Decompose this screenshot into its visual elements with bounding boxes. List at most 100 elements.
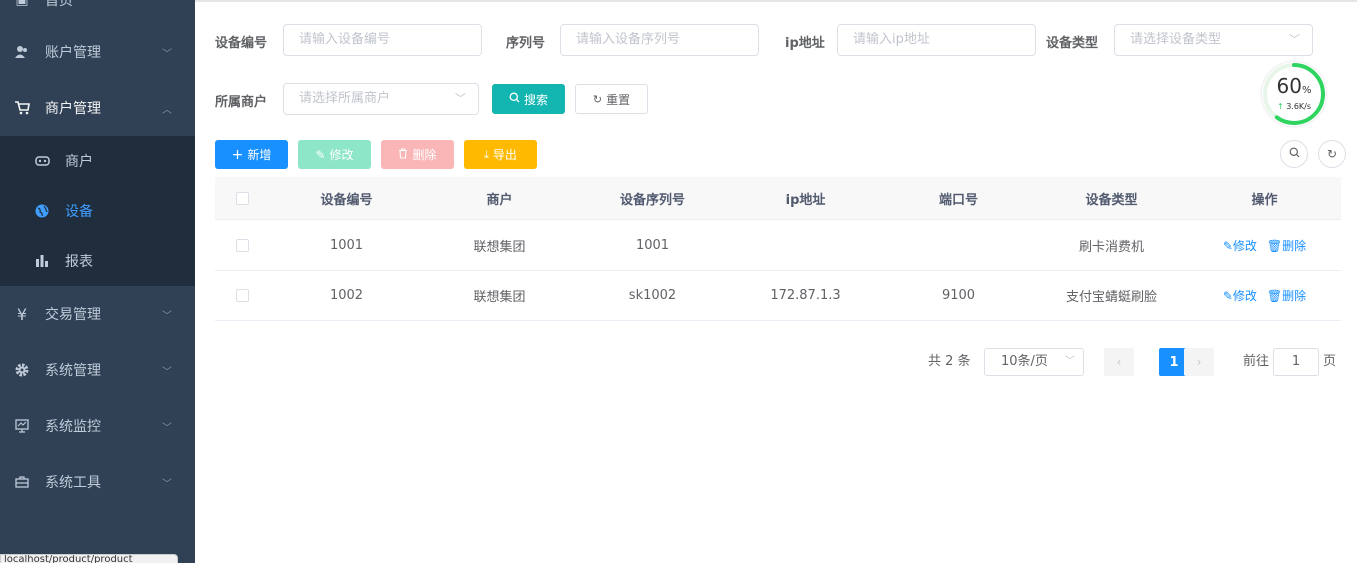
edit-icon: ✎: [1222, 289, 1233, 303]
chevron-down-icon: ﹀: [162, 478, 172, 490]
row-edit-link[interactable]: ✎修改: [1223, 287, 1257, 304]
table-row: 1001 联想集团 1001 刷卡消费机 ✎修改 🗑删除: [215, 221, 1341, 271]
search-button-label: 搜索: [523, 92, 548, 107]
sidebar-item-label: 商户管理: [45, 101, 101, 117]
row-checkbox[interactable]: [236, 289, 249, 302]
row-checkbox[interactable]: [236, 239, 249, 252]
device-type-placeholder: 请选择设备类型: [1130, 32, 1222, 47]
edit-button[interactable]: ✎ 修改: [298, 140, 371, 169]
next-page-button[interactable]: ›: [1184, 348, 1214, 376]
row-delete-link[interactable]: 🗑删除: [1267, 287, 1306, 304]
reset-button[interactable]: ↻ 重置: [575, 84, 648, 114]
sidebar-item-account[interactable]: 账户管理 ﹀: [0, 24, 195, 80]
goto-page-input[interactable]: 1: [1273, 348, 1319, 376]
merchant-select[interactable]: 请选择所属商户 ﹀: [283, 83, 479, 115]
sidebar-subitem-label: 设备: [65, 204, 93, 220]
row-delete-link[interactable]: 🗑删除: [1267, 237, 1306, 254]
column-header: 设备编号: [320, 192, 373, 208]
column-header: 商户: [486, 192, 513, 208]
page-size-select[interactable]: 10条/页 ﹀: [984, 348, 1084, 376]
edit-icon: ✎: [1222, 239, 1233, 253]
refresh-icon: ↻: [592, 92, 603, 106]
row-edit-link[interactable]: ✎修改: [1223, 237, 1257, 254]
row-edit-label: 修改: [1232, 239, 1257, 253]
cart-icon: [14, 100, 30, 116]
export-button-label: 导出: [492, 148, 517, 162]
main-content: 设备编号 请输入设备编号 序列号 请输入设备序列号 ip地址 请输入ip地址 设…: [195, 0, 1357, 563]
sidebar-item-tools[interactable]: 系统工具 ﹀: [0, 454, 195, 510]
merchant-placeholder: 请选择所属商户: [299, 91, 391, 106]
sidebar-subitem-report[interactable]: 报表: [0, 236, 195, 286]
device-type-select[interactable]: 请选择设备类型 ﹀: [1114, 24, 1313, 56]
search-icon: [1289, 147, 1300, 161]
column-header: 设备序列号: [619, 192, 685, 208]
cell-port: [882, 221, 1035, 270]
device-no-input[interactable]: 请输入设备编号: [283, 24, 482, 56]
merchant-icon: [34, 153, 50, 169]
cell-device-no: 1002: [329, 288, 364, 303]
sidebar-item-label: 首页: [45, 0, 73, 9]
sidebar-item-label: 系统管理: [45, 363, 101, 379]
cell-ip: 172.87.1.3: [770, 288, 841, 303]
delete-button-label: 删除: [412, 148, 437, 162]
trash-icon: 🗑: [1266, 239, 1283, 253]
row-edit-label: 修改: [1232, 289, 1257, 303]
download-icon: ⤓: [484, 147, 489, 161]
table-header: 设备编号 商户 设备序列号 ip地址 端口号 设备类型 操作: [215, 177, 1341, 220]
edit-button-label: 修改: [329, 148, 354, 162]
serial-input[interactable]: 请输入设备序列号: [560, 24, 759, 56]
chevron-up-icon: ︿: [162, 104, 172, 116]
sidebar: ▣ 首页 账户管理 ﹀ 商户管理 ︿ 商户 设备 报表 ¥ 交易管理 ﹀ 系统管…: [0, 0, 195, 563]
add-button[interactable]: + 新增: [215, 140, 288, 169]
home-icon: ▣: [15, 0, 29, 8]
sidebar-item-merchant-mgmt[interactable]: 商户管理 ︿: [0, 80, 195, 136]
chevron-down-icon: ﹀: [162, 310, 172, 322]
user-icon: [14, 44, 30, 60]
device-no-label: 设备编号: [215, 36, 268, 51]
sidebar-item-trade[interactable]: ¥ 交易管理 ﹀: [0, 286, 195, 342]
speed-rate: ↑ 3.6K/s: [1262, 102, 1326, 111]
yen-icon: ¥: [16, 304, 28, 324]
sidebar-subitem-label: 商户: [65, 154, 93, 170]
cell-actions: ✎修改 🗑删除: [1188, 271, 1341, 320]
trash-icon: [398, 148, 408, 162]
globe-icon: [34, 203, 50, 219]
column-header: 端口号: [938, 192, 978, 208]
export-button[interactable]: ⤓ 导出: [464, 140, 537, 169]
bar-chart-icon: [34, 253, 50, 269]
column-header: ip地址: [785, 192, 826, 208]
cell-device-no: 1001: [329, 238, 364, 253]
plus-icon: +: [231, 146, 244, 163]
ip-input[interactable]: 请输入ip地址: [837, 24, 1036, 56]
reset-button-label: 重置: [606, 92, 631, 107]
gear-icon: [14, 362, 30, 378]
toggle-search-button[interactable]: [1280, 140, 1308, 168]
chevron-right-icon: ›: [1196, 355, 1202, 369]
chevron-down-icon: ﹀: [162, 422, 172, 434]
table-row: 1002 联想集团 sk1002 172.87.1.3 9100 支付宝蜻蜓刷脸…: [215, 271, 1341, 321]
cell-merchant: 联想集团: [473, 290, 526, 305]
refresh-icon: ↻: [1326, 147, 1338, 161]
sidebar-subitem-merchant[interactable]: 商户: [0, 136, 195, 186]
page-unit-label: 页: [1323, 354, 1337, 369]
refresh-table-button[interactable]: ↻: [1318, 140, 1346, 168]
delete-button[interactable]: 删除: [381, 140, 454, 169]
chevron-down-icon: ﹀: [455, 92, 466, 105]
speed-rate-value: 3.6K/s: [1286, 102, 1312, 111]
sidebar-item-label: 系统监控: [45, 419, 101, 435]
prev-page-button[interactable]: ‹: [1104, 348, 1134, 376]
sidebar-subitem-device[interactable]: 设备: [0, 186, 195, 236]
row-select-cell: [215, 271, 270, 320]
toolbox-icon: [14, 474, 30, 490]
column-header: 设备类型: [1085, 192, 1138, 208]
sidebar-subitem-label: 报表: [65, 254, 93, 270]
cell-ip: [729, 221, 882, 270]
cell-port: 9100: [941, 288, 976, 303]
sidebar-item-label: 系统工具: [45, 475, 101, 491]
sidebar-item-monitor[interactable]: 系统监控 ﹀: [0, 398, 195, 454]
chevron-down-icon: ﹀: [1065, 356, 1075, 367]
search-button[interactable]: 搜索: [492, 84, 565, 114]
sidebar-item-system[interactable]: 系统管理 ﹀: [0, 342, 195, 398]
sidebar-item-label: 交易管理: [45, 307, 101, 323]
select-all-checkbox[interactable]: [236, 191, 249, 205]
